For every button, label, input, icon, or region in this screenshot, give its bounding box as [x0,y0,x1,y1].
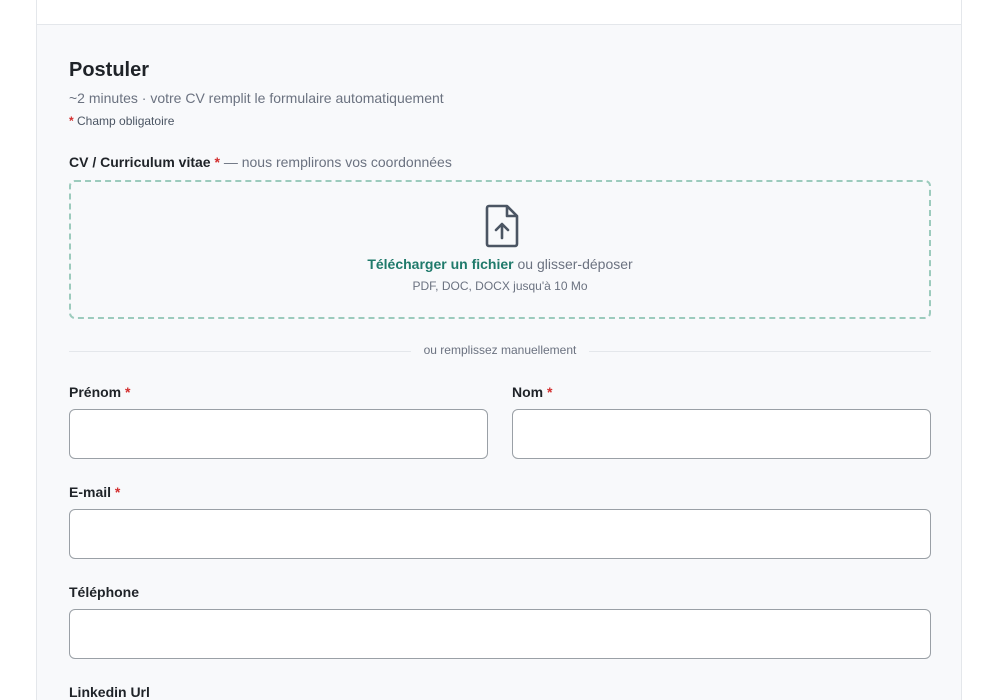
last-name-input[interactable] [512,409,931,459]
cv-dropzone[interactable]: Télécharger un fichier ou glisser-dépose… [69,180,931,319]
required-asterisk: * [125,384,131,400]
linkedin-label-text: Linkedin Url [69,684,150,700]
top-strip [37,0,961,25]
page-title: Postuler [69,59,150,81]
required-asterisk: * [214,154,220,170]
divider-text: ou remplissez manuellement [415,343,585,357]
required-asterisk: * [114,484,121,500]
first-name-label-text: Prénom [69,384,122,400]
apply-form-section: Postuler ~2 minutes · votre CV remplit l… [37,25,961,700]
phone-label: Téléphone [69,584,139,600]
cv-label-hint: — nous remplirons vos coordonnées [223,154,452,170]
email-label-text: E-mail [69,484,112,500]
email-input[interactable] [69,509,931,559]
divider-text-wrap: ou remplissez manuellement [69,343,931,357]
required-asterisk: * [547,384,553,400]
required-asterisk: * [69,114,74,128]
form-subtitle: ~2 minutes · votre CV remplit le formula… [69,90,444,106]
cv-label: CV / Curriculum vitae * — nous rempliron… [69,154,452,170]
page-container: Postuler ~2 minutes · votre CV remplit l… [36,0,962,700]
upload-instructions: Télécharger un fichier ou glisser-dépose… [71,256,929,272]
last-name-label-text: Nom [512,384,544,400]
email-label: E-mail * [69,484,120,500]
upload-file-link[interactable]: Télécharger un fichier [367,256,513,272]
required-note-text: Champ obligatoire [77,114,175,128]
first-name-input[interactable] [69,409,488,459]
cv-label-text: CV / Curriculum vitae [69,154,211,170]
last-name-label: Nom * [512,384,552,400]
linkedin-label: Linkedin Url [69,684,150,700]
drag-drop-text: ou glisser-déposer [517,256,633,272]
file-upload-icon [485,204,519,248]
phone-input[interactable] [69,609,931,659]
first-name-label: Prénom * [69,384,130,400]
required-note: * Champ obligatoire [69,114,174,128]
phone-label-text: Téléphone [69,584,140,600]
upload-formats: PDF, DOC, DOCX jusqu'à 10 Mo [412,279,588,293]
manual-divider: ou remplissez manuellement [69,343,931,359]
